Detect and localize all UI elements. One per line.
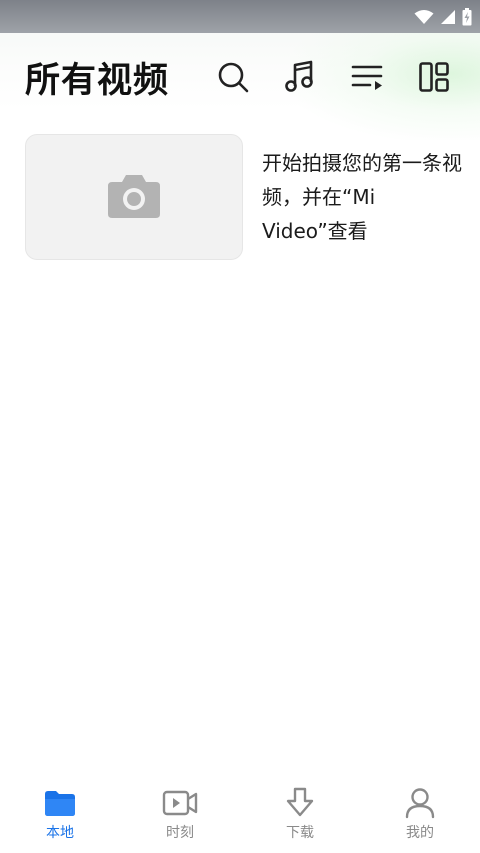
nav-tab-profile[interactable]: 我的 [360, 777, 480, 853]
grid-layout-icon [418, 61, 450, 97]
nav-label-downloads: 下载 [286, 825, 314, 841]
playlist-button[interactable] [347, 59, 387, 99]
status-icons [414, 6, 472, 28]
cellular-signal-icon [440, 9, 456, 25]
page-title: 所有视频 [25, 61, 170, 101]
status-bar [0, 0, 480, 33]
nav-label-moments: 时刻 [166, 825, 194, 841]
camera-icon [107, 172, 161, 222]
nav-label-profile: 我的 [406, 825, 434, 841]
person-icon [400, 785, 440, 821]
layout-toggle-button[interactable] [414, 59, 454, 99]
empty-state-message: 开始拍摄您的第一条视频，并在“Mi Video”查看 [262, 151, 462, 243]
nav-tab-moments[interactable]: 时刻 [120, 777, 240, 853]
search-icon [216, 60, 250, 98]
video-app-screen: 所有视频 开始拍摄您的第一条视频，并在“Mi Video”查看 本地 时刻 下载… [0, 0, 480, 853]
video-clip-icon [160, 785, 200, 821]
folder-icon [40, 785, 80, 821]
nav-label-local: 本地 [46, 825, 74, 841]
music-button[interactable] [280, 59, 320, 99]
download-icon [280, 785, 320, 821]
playlist-icon [350, 62, 384, 96]
nav-tab-local[interactable]: 本地 [0, 777, 120, 853]
search-button[interactable] [213, 59, 253, 99]
camera-placeholder-card[interactable] [25, 134, 243, 260]
nav-tab-downloads[interactable]: 下载 [240, 777, 360, 853]
bottom-navigation: 本地 时刻 下载 我的 [0, 777, 480, 853]
app-header: 所有视频 [0, 33, 480, 125]
battery-charging-icon [462, 8, 472, 26]
music-note-icon [284, 60, 316, 98]
wifi-icon [414, 9, 434, 25]
